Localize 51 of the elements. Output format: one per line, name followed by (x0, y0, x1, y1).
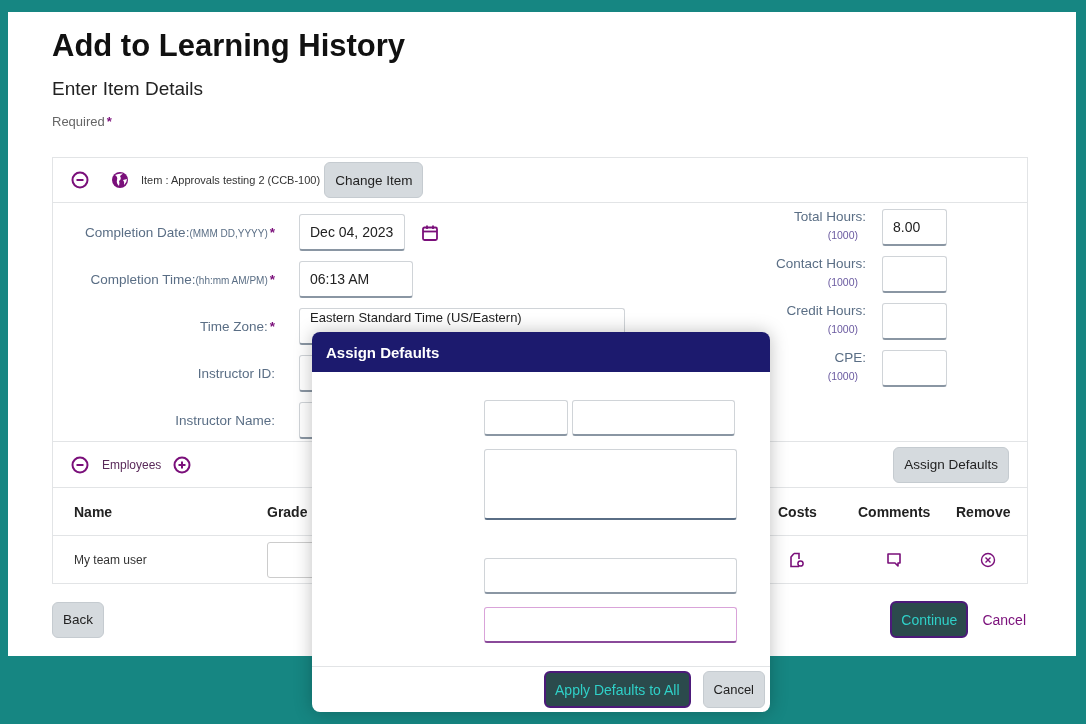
hours-limit: (1000) (827, 370, 858, 382)
collapse-icon[interactable] (71, 171, 89, 189)
hours-limit: (1000) (827, 323, 858, 335)
hours-field[interactable] (882, 350, 947, 387)
hours-limit: (1000) (827, 276, 858, 288)
field-label: Instructor ID: (196, 366, 275, 381)
required-note: Required* (52, 114, 112, 129)
column-header: Costs (778, 503, 818, 520)
hours-label: Credit Hours: (786, 303, 866, 318)
collapse-icon[interactable] (71, 455, 89, 474)
field-label: Time Zone:* (198, 319, 275, 334)
hours-field[interactable] (882, 303, 947, 340)
hours-label: Contact Hours: (775, 256, 866, 271)
input-field[interactable] (572, 400, 735, 436)
assign-defaults-button[interactable]: Assign Defaults (893, 446, 1009, 483)
cancel-link[interactable]: Cancel (980, 611, 1028, 628)
date-field[interactable]: Dec 04, 2023 (299, 214, 405, 251)
calendar-icon[interactable] (421, 223, 439, 242)
hours-field[interactable]: 8.00 (882, 209, 947, 246)
cancel-button[interactable]: Cancel (702, 671, 765, 708)
table-cell-text: My team user (74, 552, 148, 567)
page-subtitle: Enter Item Details (52, 78, 204, 100)
column-header: Grade (267, 503, 309, 520)
globe-icon (111, 171, 129, 189)
hours-field[interactable] (882, 256, 947, 293)
column-header: Name (74, 503, 114, 520)
employees-label: Employees (102, 457, 162, 472)
add-icon[interactable] (173, 455, 192, 474)
column-header: Remove (956, 503, 1012, 520)
item-label: Item : Approvals testing 2 (CCB-100) (141, 174, 321, 186)
time-field[interactable]: 06:13 AM (299, 261, 413, 298)
input-field[interactable] (484, 607, 737, 643)
input-field[interactable] (484, 558, 737, 594)
page-title: Add to Learning History (52, 27, 407, 65)
comment-icon[interactable] (886, 551, 902, 568)
back-button[interactable]: Back (52, 601, 104, 638)
field-label: Completion Time:(hh:mm AM/PM)* (89, 272, 275, 287)
apply-defaults-button[interactable]: Apply Defaults to All (544, 671, 691, 708)
hours-label: Total Hours: (793, 209, 866, 224)
document-coin-icon[interactable] (788, 551, 804, 568)
change-item-button[interactable]: Change Item (324, 162, 424, 198)
field-label: Instructor Name: (174, 413, 275, 428)
dialog-title: Assign Defaults (312, 332, 770, 372)
hours-limit: (1000) (827, 229, 858, 241)
hours-label: CPE: (834, 350, 866, 365)
column-header: Comments (858, 503, 932, 520)
remove-icon[interactable] (980, 551, 996, 568)
field-label: Completion Date:(MMM DD,YYYY)* (84, 225, 275, 240)
text-area[interactable] (484, 449, 737, 520)
input-field[interactable] (484, 400, 568, 436)
continue-button[interactable]: Continue (890, 601, 969, 638)
